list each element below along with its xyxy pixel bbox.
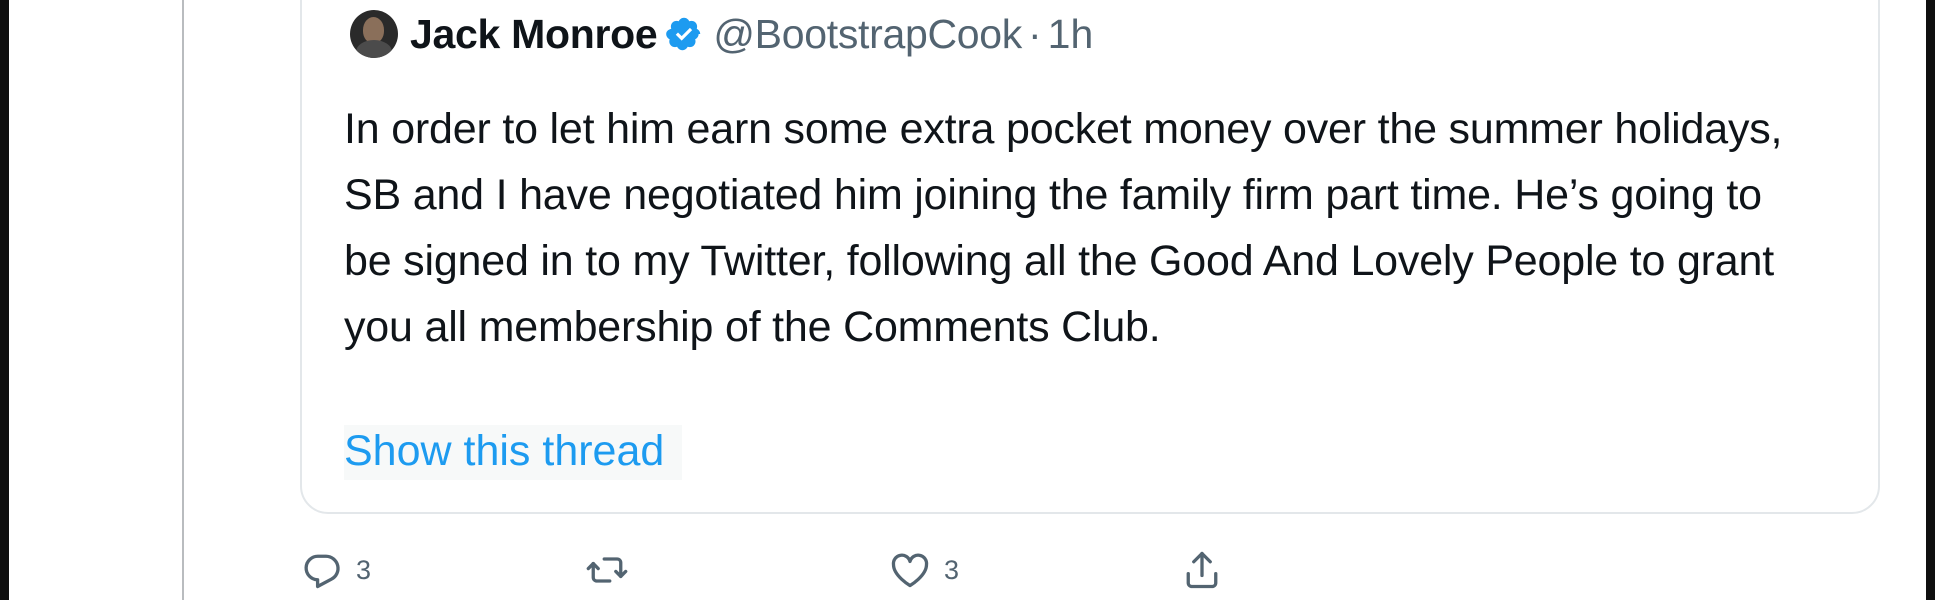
retweet-icon [586, 557, 628, 583]
like-button[interactable]: 3 [888, 540, 959, 600]
author-handle[interactable]: @BootstrapCook [713, 11, 1022, 58]
left-edge-bar [0, 0, 9, 600]
avatar[interactable] [350, 10, 398, 58]
show-thread-link[interactable]: Show this thread [344, 425, 683, 480]
share-button[interactable] [1180, 540, 1224, 600]
header-separator: · [1028, 10, 1042, 57]
reply-button[interactable]: 3 [300, 540, 371, 600]
tweet-action-bar: 3 3 [300, 540, 1260, 600]
author-name[interactable]: Jack Monroe [410, 11, 658, 58]
quoted-tweet-text: In order to let him earn some extra pock… [344, 105, 1783, 351]
reply-count: 3 [356, 554, 372, 585]
thread-divider-line [182, 0, 184, 600]
right-edge-bar [1926, 0, 1935, 600]
avatar-body [356, 40, 392, 58]
like-count: 3 [944, 554, 960, 585]
verified-badge-icon [666, 17, 701, 51]
quoted-tweet-header: Jack Monroe @BootstrapCook · 1h [350, 8, 1093, 60]
post-timestamp[interactable]: 1h [1048, 11, 1094, 58]
share-icon [1186, 551, 1218, 589]
reply-icon [304, 554, 340, 589]
retweet-button[interactable] [585, 540, 641, 600]
heart-icon [891, 553, 929, 588]
